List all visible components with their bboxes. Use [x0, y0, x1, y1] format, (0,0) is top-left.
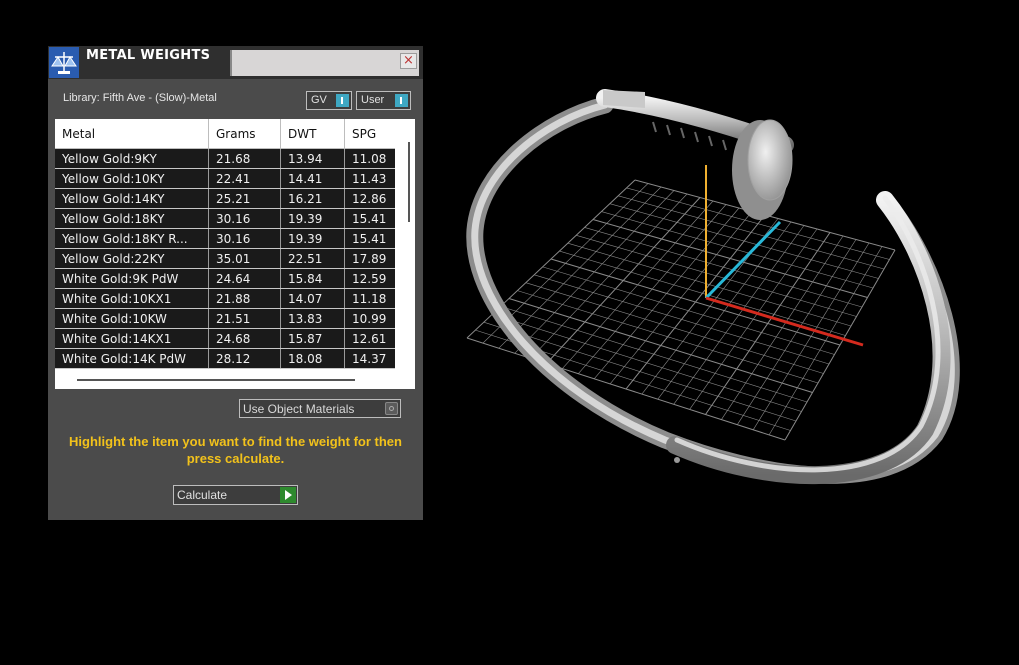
metal-cell: White Gold:9K PdW — [55, 268, 209, 289]
grams-cell: 28.12 — [208, 348, 281, 369]
grams-cell: 30.16 — [208, 208, 281, 229]
dwt-cell: 13.83 — [280, 308, 345, 329]
scale-icon — [49, 47, 79, 78]
column-header-grams[interactable]: Grams — [208, 119, 281, 149]
calculate-label: Calculate — [177, 488, 228, 502]
table-row[interactable]: White Gold:10KW 21.51 13.83 10.99 — [55, 308, 395, 329]
table-row[interactable]: Yellow Gold:10KY 22.41 14.41 11.43 — [55, 168, 395, 189]
nail-tip — [603, 90, 645, 108]
table-row[interactable]: White Gold:9K PdW 24.64 15.84 12.59 — [55, 268, 395, 289]
grams-cell: 25.21 — [208, 188, 281, 209]
grams-cell: 21.68 — [208, 148, 281, 169]
spg-cell: 12.61 — [344, 328, 395, 349]
spg-cell: 12.86 — [344, 188, 395, 209]
table-row[interactable]: White Gold:14K PdW 28.12 18.08 14.37 — [55, 348, 395, 369]
spg-cell: 15.41 — [344, 228, 395, 249]
dwt-cell: 15.84 — [280, 268, 345, 289]
library-label: Library: Fifth Ave - (Slow)-Metal — [63, 92, 217, 104]
ground-grid — [466, 179, 896, 441]
grams-cell: 30.16 — [208, 228, 281, 249]
3d-viewport[interactable] — [455, 60, 975, 520]
spg-cell: 10.99 — [344, 308, 395, 329]
dwt-cell: 14.41 — [280, 168, 345, 189]
table-header-row: Metal Grams DWT SPG — [55, 119, 395, 149]
ring-seam — [674, 457, 680, 463]
horizontal-scroll-thumb[interactable] — [77, 379, 355, 381]
dwt-cell: 13.94 — [280, 148, 345, 169]
dwt-cell: 16.21 — [280, 188, 345, 209]
metal-cell: Yellow Gold:9KY — [55, 148, 209, 169]
dwt-cell: 19.39 — [280, 228, 345, 249]
grid-line — [483, 321, 797, 422]
metal-cell: White Gold:14K PdW — [55, 348, 209, 369]
spg-cell: 11.18 — [344, 288, 395, 309]
table-row[interactable]: Yellow Gold:18KY 30.16 19.39 15.41 — [55, 208, 395, 229]
metal-cell: Yellow Gold:14KY — [55, 188, 209, 209]
grams-cell: 22.41 — [208, 168, 281, 189]
ring-front-highlight — [674, 195, 941, 473]
dwt-cell: 18.08 — [280, 348, 345, 369]
metal-cell: Yellow Gold:18KY R... — [55, 228, 209, 249]
metal-cell: White Gold:10KW — [55, 308, 209, 329]
grams-cell: 24.68 — [208, 328, 281, 349]
x-axis — [705, 296, 864, 347]
table-row[interactable]: White Gold:14KX1 24.68 15.87 12.61 — [55, 328, 395, 349]
grams-cell: 21.51 — [208, 308, 281, 329]
column-header-metal[interactable]: Metal — [55, 119, 209, 149]
metal-cell: White Gold:14KX1 — [55, 328, 209, 349]
calculate-button[interactable]: Calculate — [173, 485, 298, 505]
spg-cell: 15.41 — [344, 208, 395, 229]
grams-cell: 21.88 — [208, 288, 281, 309]
table-row[interactable]: Yellow Gold:9KY 21.68 13.94 11.08 — [55, 148, 395, 169]
user-toggle[interactable]: User — [356, 91, 411, 110]
table-row[interactable]: White Gold:10KX1 21.88 14.07 11.18 — [55, 288, 395, 309]
table-row[interactable]: Yellow Gold:14KY 25.21 16.21 12.86 — [55, 188, 395, 209]
metal-table[interactable]: Metal Grams DWT SPG Yellow Gold:9KY 21.68… — [55, 119, 415, 389]
dwt-cell: 19.39 — [280, 208, 345, 229]
instructions-text: Highlight the item you want to find the … — [69, 434, 402, 466]
horizontal-scrollbar[interactable] — [55, 371, 403, 389]
spg-cell: 17.89 — [344, 248, 395, 269]
vertical-scroll-thumb[interactable] — [408, 142, 410, 222]
toggle-switch-icon — [395, 94, 408, 107]
close-button[interactable]: × — [400, 53, 417, 69]
dwt-cell: 14.07 — [280, 288, 345, 309]
spg-cell: 12.59 — [344, 268, 395, 289]
radio-knob-icon — [385, 402, 398, 415]
gv-toggle-label: GV — [311, 94, 327, 106]
panel-title: METAL WEIGHTS — [86, 48, 211, 63]
metal-cell: Yellow Gold:22KY — [55, 248, 209, 269]
title-tab-area — [232, 50, 419, 76]
use-object-materials-toggle[interactable]: Use Object Materials — [239, 399, 401, 418]
toggle-switch-icon — [336, 94, 349, 107]
table-row[interactable]: Yellow Gold:22KY 35.01 22.51 17.89 — [55, 248, 395, 269]
gv-toggle[interactable]: GV — [306, 91, 352, 110]
dwt-cell: 22.51 — [280, 248, 345, 269]
metal-weights-panel: METAL WEIGHTS × Library: Fifth Ave - (Sl… — [48, 46, 423, 520]
vertical-scrollbar[interactable] — [403, 139, 415, 389]
use-object-materials-label: Use Object Materials — [243, 402, 355, 416]
user-toggle-label: User — [361, 94, 385, 106]
dwt-cell: 15.87 — [280, 328, 345, 349]
grams-cell: 24.64 — [208, 268, 281, 289]
metal-cell: Yellow Gold:10KY — [55, 168, 209, 189]
column-header-spg[interactable]: SPG — [344, 119, 395, 149]
play-arrow-icon — [280, 487, 296, 503]
spg-cell: 11.08 — [344, 148, 395, 169]
spg-cell: 11.43 — [344, 168, 395, 189]
metal-cell: Yellow Gold:18KY — [55, 208, 209, 229]
grams-cell: 35.01 — [208, 248, 281, 269]
metal-cell: White Gold:10KX1 — [55, 288, 209, 309]
panel-titlebar[interactable]: METAL WEIGHTS × — [48, 46, 423, 79]
table-row[interactable]: Yellow Gold:18KY R... 30.16 19.39 15.41 — [55, 228, 395, 249]
column-header-dwt[interactable]: DWT — [280, 119, 345, 149]
spg-cell: 14.37 — [344, 348, 395, 369]
nail-head — [747, 119, 793, 201]
